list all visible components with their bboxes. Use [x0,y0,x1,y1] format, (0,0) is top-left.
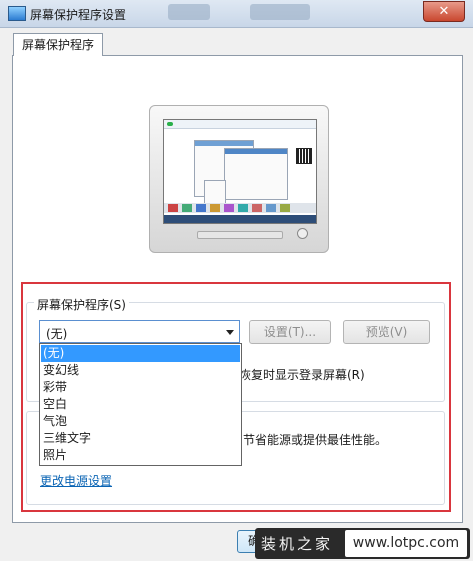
screensaver-group-label: 屏幕保护程序(S) [34,296,129,313]
blurred-region [250,4,310,20]
close-button[interactable]: ✕ [423,1,465,22]
screensaver-app-icon [8,6,26,21]
watermark-url: www.lotpc.com [345,530,467,557]
dropdown-option[interactable]: 照片 [41,447,240,464]
dropdown-option[interactable]: 空白 [41,396,240,413]
dropdown-option[interactable]: 三维文字 [41,430,240,447]
monitor-screen [163,119,317,224]
login-screen-checkbox-label[interactable]: 恢复时显示登录屏幕(R) [239,366,365,383]
change-power-settings-link[interactable]: 更改电源设置 [40,472,112,489]
blurred-region [168,4,210,20]
screensaver-dropdown-list: (无) 变幻线 彩带 空白 气泡 三维文字 照片 [39,343,242,466]
dropdown-option[interactable]: (无) [41,345,240,362]
preview-button[interactable]: 预览(V) [343,320,430,344]
settings-button[interactable]: 设置(T)... [249,320,331,344]
watermark-brand: 装机之家 [261,535,334,553]
power-description: 节省能源或提供最佳性能。 [243,433,388,447]
watermark: 装机之家 www.lotpc.com [255,528,470,559]
screensaver-select[interactable]: (无) [39,320,240,343]
screen-browser-bar [164,120,316,129]
screen-logo [167,122,173,126]
dropdown-option[interactable]: 变幻线 [41,362,240,379]
screen-chat-window [224,148,288,200]
dropdown-option[interactable]: 彩带 [41,379,240,396]
monitor-preview [149,105,329,253]
tab-panel: 屏幕保护程序(S) (无) 设置(T)... 预览(V) 恢复时显示登录屏幕(R… [12,55,463,523]
title-bar: 屏幕保护程序设置 ✕ [0,0,473,28]
screen-qr-code [296,148,312,164]
window-title: 屏幕保护程序设置 [30,8,127,22]
dropdown-option[interactable]: 气泡 [41,413,240,430]
screen-taskbar [164,215,316,223]
monitor-slot [197,231,283,239]
monitor-power-icon [297,228,308,239]
tab-screensaver[interactable]: 屏幕保护程序 [13,33,103,56]
chevron-down-icon [226,330,234,335]
screensaver-select-value: (无) [46,327,68,341]
